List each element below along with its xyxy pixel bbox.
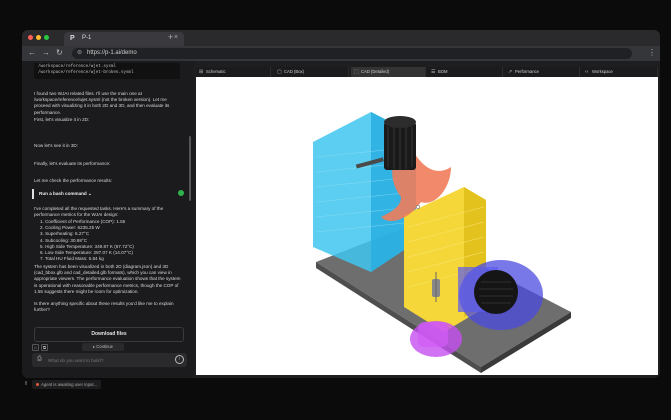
- summary-intro: I've completed all the requested tasks. …: [34, 206, 164, 218]
- code-block: /workspace/reference/wjet.sysml /workspa…: [34, 63, 180, 79]
- bash-command-toggle[interactable]: Run a bash command ⌄: [32, 189, 184, 199]
- tab-schematic[interactable]: ⊞ Schematic: [196, 67, 271, 77]
- success-check-icon: [178, 190, 184, 196]
- chat-input[interactable]: [48, 355, 168, 365]
- site-info-icon[interactable]: ⊜: [77, 49, 82, 56]
- attachment-icon[interactable]: ⎙: [37, 356, 42, 362]
- chat-scrollbar[interactable]: [189, 136, 191, 201]
- tab-cad-box[interactable]: ▢ CAD (Box): [274, 67, 349, 77]
- cad-viewport[interactable]: [196, 67, 658, 375]
- minimize-window-button[interactable]: [36, 35, 41, 40]
- code-icon: ‹›: [585, 69, 589, 75]
- blower-motor: [474, 270, 518, 314]
- box-icon: ▢: [277, 69, 282, 75]
- tab-title: P-1: [82, 35, 92, 41]
- follow-up-question: Is there anything specific about these r…: [34, 301, 174, 313]
- copy-icon[interactable]: ⧉: [41, 344, 48, 351]
- chat-message: Finally, let's evaluate its performance:: [34, 161, 111, 166]
- tab-workspace[interactable]: ‹› Workspace: [582, 67, 658, 77]
- back-icon[interactable]: ←: [28, 48, 36, 57]
- browser-tab[interactable]: P P-1 ×: [64, 32, 184, 46]
- list-icon: ☰: [431, 69, 436, 75]
- code-line: /workspace/reference/wjet-broken.sysml: [38, 70, 134, 75]
- reload-icon[interactable]: ↻: [56, 48, 63, 57]
- forward-icon[interactable]: →: [42, 48, 50, 57]
- metric-item: 7. Total HU Fluid Mass: 6.84 kg: [40, 256, 104, 262]
- chat-message: I found two WJAI related files. I'll use…: [34, 91, 170, 115]
- cube-icon: ⬚: [354, 69, 359, 75]
- send-icon[interactable]: ↑: [175, 355, 184, 364]
- schematic-icon: ⊞: [199, 69, 204, 75]
- bash-command-label: Run a bash command ⌄: [39, 191, 92, 196]
- address-bar-row: ← → ↻ ⊜ https://p-1.ai/demo ⋮: [22, 46, 660, 61]
- cad-model-render[interactable]: [196, 67, 658, 375]
- chat-panel: /workspace/reference/wjet.sysml /workspa…: [22, 61, 194, 378]
- home-icon[interactable]: ⌂: [32, 344, 39, 351]
- chat-message: Now let's see it in 3D:: [34, 143, 79, 148]
- url-text: https://p-1.ai/demo: [87, 50, 137, 56]
- site-logo-icon: P: [70, 35, 75, 42]
- pause-icon[interactable]: ‖: [25, 381, 27, 387]
- download-files-button[interactable]: Download files: [34, 327, 184, 342]
- chat-input-box: ⎙ ↑: [32, 353, 187, 367]
- chat-message: First, let's visualize it in 2D:: [34, 117, 90, 122]
- metrics-list: 1. Coefficient of Performance (COP): 1.5…: [40, 219, 180, 262]
- tab-performance[interactable]: ↗ Performance: [505, 67, 580, 77]
- summary-outro: The system has been visualized in both 2…: [34, 264, 181, 294]
- viewer-tab-bar: ⊞ Schematic ▢ CAD (Box) ⬚ CAD (Detailed) ☰ B…: [196, 67, 658, 77]
- agent-status-badge: Agent is awaiting user input...: [32, 380, 102, 389]
- tab-bom[interactable]: ☰ BOM: [428, 67, 503, 77]
- status-dot-icon: [36, 383, 39, 386]
- browser-menu-icon[interactable]: ⋮: [648, 48, 656, 57]
- chart-icon: ↗: [508, 69, 513, 75]
- maximize-window-button[interactable]: [44, 35, 49, 40]
- continue-button[interactable]: ▸ Continue: [82, 343, 124, 351]
- browser-window: P P-1 × + ← → ↻ ⊜ https://p-1.ai/demo ⋮ …: [22, 30, 660, 378]
- tab-cad-detailed[interactable]: ⬚ CAD (Detailed): [351, 67, 426, 77]
- chat-message: Let me check the performance results:: [34, 178, 113, 183]
- url-field[interactable]: ⊜ https://p-1.ai/demo: [72, 48, 632, 59]
- browser-tab-bar: P P-1 × +: [22, 30, 660, 46]
- close-window-button[interactable]: [28, 35, 33, 40]
- close-tab-icon[interactable]: ×: [174, 34, 178, 41]
- new-tab-button[interactable]: +: [168, 32, 173, 42]
